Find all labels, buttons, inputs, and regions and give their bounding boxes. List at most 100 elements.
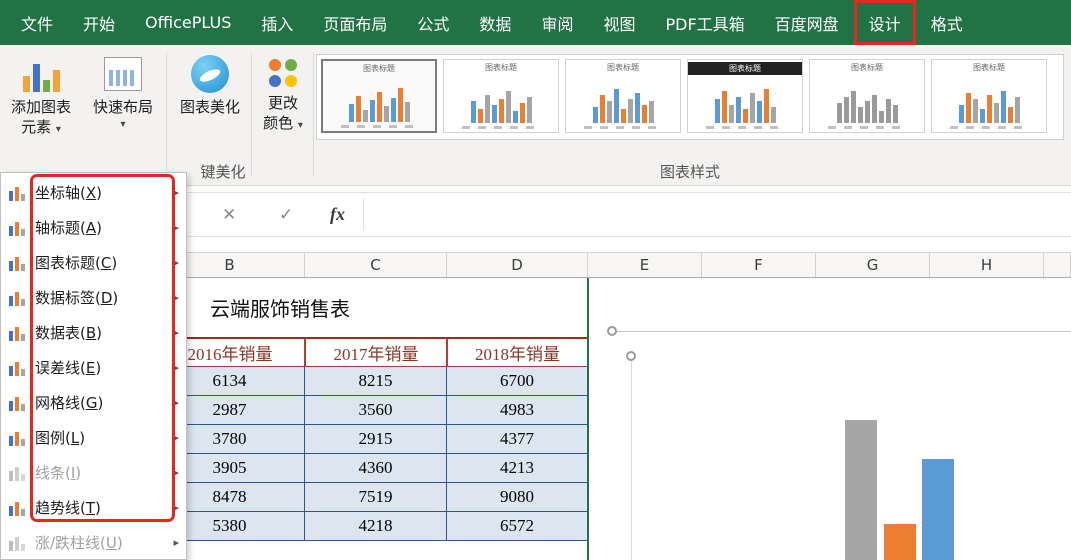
thumbnail-legend	[462, 126, 540, 129]
chart-bar	[884, 524, 916, 560]
table-header-cell[interactable]: 2018年销量	[447, 337, 588, 367]
chart-bar	[922, 459, 954, 560]
menu-item-label: 涨/跌柱线(U)	[35, 534, 123, 552]
ribbon-tab-页面布局[interactable]: 页面布局	[308, 0, 402, 45]
table-cell[interactable]: 8215	[305, 367, 447, 396]
column-header-G[interactable]: G	[816, 253, 930, 277]
ribbon-tab-设计[interactable]: 设计	[853, 0, 916, 45]
table-cell[interactable]: 6700	[447, 367, 588, 396]
ribbon-tab-公式[interactable]: 公式	[402, 0, 464, 45]
table-cell[interactable]: 3560	[305, 396, 447, 425]
error-bars-icon	[8, 359, 26, 376]
ribbon-tab-文件[interactable]: 文件	[6, 0, 68, 45]
chart-style-thumbnail[interactable]: 图表标题	[443, 59, 559, 133]
ribbon-tab-视图[interactable]: 视图	[588, 0, 650, 45]
table-cell[interactable]: 4213	[447, 454, 588, 483]
gridlines-icon	[8, 394, 26, 411]
chart-style-thumbnail[interactable]: 图表标题	[931, 59, 1047, 133]
ribbon-tab-格式[interactable]: 格式	[916, 0, 978, 45]
thumbnail-bars	[818, 75, 916, 123]
chart-style-thumbnail[interactable]: 图表标题	[321, 59, 437, 133]
table-title-cell[interactable]: 云端服饰销售表	[155, 278, 588, 337]
menu-item-label: 网格线(G)	[35, 394, 104, 412]
menu-item-label: 轴标题(A)	[35, 219, 102, 237]
table-cell[interactable]: 9080	[447, 483, 588, 512]
chart-beautify-icon	[191, 55, 229, 93]
table-cell[interactable]: 4377	[447, 425, 588, 454]
chart-resize-handle[interactable]	[607, 326, 617, 336]
table-cell[interactable]: 2915	[305, 425, 447, 454]
change-colors-button[interactable]: 更改 颜色 ▾	[254, 50, 312, 180]
menu-item-2[interactable]: 轴标题(A) ▸	[1, 210, 186, 245]
menu-item-label: 图例(L)	[35, 429, 86, 447]
menu-item-4[interactable]: 数据标签(D) ▸	[1, 280, 186, 315]
menu-item-8[interactable]: 图例(L) ▸	[1, 420, 186, 455]
chart-style-thumbnail[interactable]: 图表标题	[687, 59, 803, 133]
cancel-icon[interactable]: ✕	[222, 193, 236, 236]
submenu-arrow-icon: ▸	[173, 221, 179, 234]
menu-item-9: 线条(I) ▸	[1, 455, 186, 490]
submenu-arrow-icon: ▸	[173, 466, 179, 479]
chart-style-thumbnail[interactable]: 图表标题	[809, 59, 925, 133]
menu-item-11: 涨/跌柱线(U) ▸	[1, 525, 186, 560]
menu-item-5[interactable]: 数据表(B) ▸	[1, 315, 186, 350]
ribbon-group-separator	[251, 53, 252, 177]
menu-item-1[interactable]: 坐标轴(X) ▸	[1, 175, 186, 210]
table-header-cell[interactable]: 2017年销量	[305, 337, 447, 367]
add-chart-element-icon	[19, 56, 63, 92]
ribbon-tab-数据[interactable]: 数据	[464, 0, 526, 45]
table-cell[interactable]: 6572	[447, 512, 588, 541]
submenu-arrow-icon: ▸	[173, 431, 179, 444]
ribbon-tab-bar: 文件 开始 OfficePLUS 插入 页面布局 公式 数据 审阅 视图 PDF工具箱 百度网盘 设计…	[0, 0, 1071, 45]
ribbon-tab-OfficePLUS[interactable]: OfficePLUS	[130, 0, 246, 45]
column-header-D[interactable]: D	[447, 253, 588, 277]
menu-item-label: 数据表(B)	[35, 324, 103, 342]
thumbnail-bars	[331, 76, 427, 122]
table-cell[interactable]: 4360	[305, 454, 447, 483]
data-table-icon	[8, 324, 26, 341]
menu-item-6[interactable]: 误差线(E) ▸	[1, 350, 186, 385]
chart-top-edge	[612, 331, 1071, 332]
plot-resize-handle[interactable]	[626, 351, 636, 361]
embedded-chart[interactable]	[589, 278, 1071, 560]
add-chart-element-label-1: 添加图表	[10, 98, 71, 116]
axis-titles-icon	[8, 219, 26, 236]
quick-layout-button[interactable]: 快速布局 ▾	[84, 50, 162, 180]
excel-window: 文件 开始 OfficePLUS 插入 页面布局 公式 数据 审阅 视图 PDF工具箱 百度网盘 设计…	[0, 0, 1071, 560]
thumbnail-bars	[940, 75, 1038, 123]
insert-function-icon[interactable]: fx	[330, 193, 345, 236]
menu-item-label: 图表标题(C)	[35, 254, 118, 272]
up-down-bars-icon	[8, 534, 26, 551]
plot-area-left-edge	[631, 356, 632, 560]
ribbon-tab-开始[interactable]: 开始	[68, 0, 130, 45]
thumbnail-title: 图表标题	[851, 63, 883, 72]
ribbon-tab-PDF工具箱[interactable]: PDF工具箱	[650, 0, 759, 45]
column-header-H[interactable]: H	[930, 253, 1044, 277]
table-cell[interactable]: 7519	[305, 483, 447, 512]
submenu-arrow-icon: ▸	[173, 536, 179, 549]
thumbnail-title: 图表标题	[688, 62, 802, 75]
menu-item-3[interactable]: 图表标题(C) ▸	[1, 245, 186, 280]
submenu-arrow-icon: ▸	[173, 361, 179, 374]
dropdown-arrow-icon: ▾	[120, 118, 126, 130]
ribbon-tab-百度网盘[interactable]: 百度网盘	[760, 0, 854, 45]
column-header-C[interactable]: C	[305, 253, 447, 277]
add-chart-element-button[interactable]: 添加图表 元素 ▾	[2, 50, 80, 180]
trendline-icon	[8, 499, 26, 516]
beautify-group-label: 键美化	[200, 163, 246, 181]
sales-table: 云端服饰销售表 2016年销量 2017年销量 2018年销量 6134 8215 670…	[155, 278, 588, 541]
ribbon-tab-审阅[interactable]: 审阅	[526, 0, 588, 45]
table-cell[interactable]: 4983	[447, 396, 588, 425]
menu-item-7[interactable]: 网格线(G) ▸	[1, 385, 186, 420]
submenu-arrow-icon: ▸	[173, 186, 179, 199]
thumbnail-bars	[452, 75, 550, 123]
chart-style-thumbnail[interactable]: 图表标题	[565, 59, 681, 133]
chart-title-icon	[8, 254, 26, 271]
table-cell[interactable]: 4218	[305, 512, 447, 541]
column-header-E[interactable]: E	[588, 253, 702, 277]
column-header-F[interactable]: F	[702, 253, 816, 277]
ribbon-tab-插入[interactable]: 插入	[246, 0, 308, 45]
submenu-arrow-icon: ▸	[173, 501, 179, 514]
menu-item-10[interactable]: 趋势线(T) ▸	[1, 490, 186, 525]
enter-icon[interactable]: ✓	[279, 193, 293, 236]
